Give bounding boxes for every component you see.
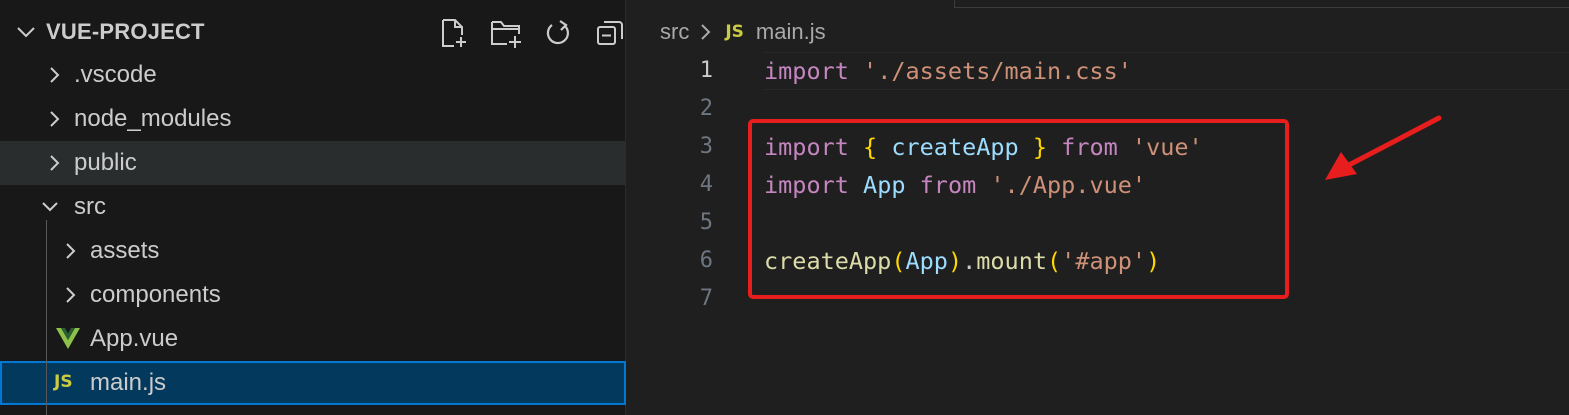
code-token: import bbox=[764, 57, 849, 85]
code-token: './App.vue' bbox=[990, 171, 1147, 199]
chevron-right-icon bbox=[60, 241, 80, 261]
tree-item-label: .vscode bbox=[74, 61, 157, 88]
project-title: VUE-PROJECT bbox=[46, 19, 205, 44]
chevron-down-icon[interactable] bbox=[14, 20, 38, 44]
annotation-arrow bbox=[1325, 115, 1442, 180]
tree-item-main-js[interactable]: JS main.js bbox=[0, 361, 626, 405]
code-token: 'vue' bbox=[1131, 133, 1203, 161]
line-number: 4 bbox=[699, 172, 713, 197]
code-text: import './assets/main.css' bbox=[764, 52, 1132, 90]
code-token: createApp bbox=[891, 133, 1019, 161]
tree-item-label: node_modules bbox=[74, 105, 232, 132]
indent-guide bbox=[46, 220, 47, 415]
explorer-header[interactable]: VUE-PROJECT bbox=[0, 10, 626, 54]
code-line[interactable]: 7 bbox=[627, 280, 1569, 318]
code-token: './assets/main.css' bbox=[863, 57, 1132, 85]
tree-item-public[interactable]: public bbox=[0, 141, 626, 185]
tree-item-app-vue[interactable]: App.vue bbox=[0, 317, 626, 361]
chevron-down-icon bbox=[40, 197, 60, 217]
chevron-right-icon bbox=[60, 285, 80, 305]
chevron-right-icon bbox=[44, 65, 64, 85]
code-token: App bbox=[863, 171, 906, 199]
code-token: from bbox=[1061, 133, 1118, 161]
tree-item-vscode[interactable]: .vscode bbox=[0, 53, 626, 97]
code-text: import App from './App.vue' bbox=[764, 166, 1146, 204]
code-token: import bbox=[764, 171, 849, 199]
code-line[interactable]: 6 createApp(App).mount('#app') bbox=[627, 242, 1569, 280]
tree-item-label: components bbox=[90, 281, 221, 308]
code-text: createApp(App).mount('#app') bbox=[764, 242, 1160, 280]
breadcrumb: src JS main.js bbox=[660, 18, 826, 46]
code-line[interactable]: 1 import './assets/main.css' bbox=[627, 52, 1569, 90]
code-token: ) bbox=[1146, 247, 1161, 275]
tab-strip bbox=[954, 0, 1569, 8]
code-token: ( bbox=[1047, 247, 1062, 275]
code-token: '#app' bbox=[1061, 247, 1147, 275]
tree-item-assets[interactable]: assets bbox=[0, 229, 626, 273]
vue-file-icon bbox=[56, 328, 80, 355]
tree-item-label: assets bbox=[90, 237, 160, 264]
tree-item-label: App.vue bbox=[90, 325, 179, 352]
code-token: ) bbox=[947, 247, 963, 275]
js-file-icon: JS bbox=[725, 22, 744, 42]
file-tree: .vscode node_modules public src assets c… bbox=[0, 53, 626, 405]
code-token: createApp bbox=[764, 247, 892, 275]
line-number: 3 bbox=[699, 134, 713, 159]
code-token: { bbox=[863, 133, 878, 161]
code-token: import bbox=[764, 133, 849, 161]
chevron-right-icon bbox=[44, 153, 64, 173]
line-number: 1 bbox=[699, 58, 713, 83]
line-number: 6 bbox=[699, 248, 713, 273]
line-number: 5 bbox=[699, 210, 713, 235]
line-number: 2 bbox=[699, 96, 713, 121]
collapse-all-icon[interactable] bbox=[592, 16, 628, 50]
tree-item-label: src bbox=[74, 193, 106, 220]
js-file-icon: JS bbox=[54, 372, 73, 392]
code-token: App bbox=[905, 247, 948, 275]
tree-item-components[interactable]: components bbox=[0, 273, 626, 317]
code-text: import { createApp } from 'vue' bbox=[764, 128, 1203, 166]
code-token: from bbox=[919, 171, 977, 199]
code-token: ( bbox=[891, 247, 906, 275]
code-line[interactable]: 5 bbox=[627, 204, 1569, 242]
chevron-right-icon bbox=[699, 22, 713, 42]
code-token: . bbox=[962, 247, 977, 275]
tree-item-node-modules[interactable]: node_modules bbox=[0, 97, 626, 141]
breadcrumb-folder[interactable]: src bbox=[660, 19, 689, 45]
code-editor[interactable]: src JS main.js 1 import './assets/main.cs… bbox=[627, 0, 1569, 415]
code-token: } bbox=[1032, 133, 1048, 161]
code-token: mount bbox=[976, 247, 1048, 275]
line-number: 7 bbox=[699, 286, 713, 311]
explorer-actions bbox=[436, 16, 628, 50]
refresh-icon[interactable] bbox=[540, 16, 576, 50]
tree-item-label: main.js bbox=[90, 369, 167, 396]
tree-item-src[interactable]: src bbox=[0, 185, 626, 229]
chevron-right-icon bbox=[44, 109, 64, 129]
tree-item-label: public bbox=[74, 149, 137, 176]
new-file-icon[interactable] bbox=[436, 16, 472, 50]
breadcrumb-file[interactable]: main.js bbox=[756, 19, 826, 45]
explorer-sidebar: VUE-PROJECT .vscode node_modules public … bbox=[0, 0, 626, 415]
new-folder-icon[interactable] bbox=[488, 16, 524, 50]
